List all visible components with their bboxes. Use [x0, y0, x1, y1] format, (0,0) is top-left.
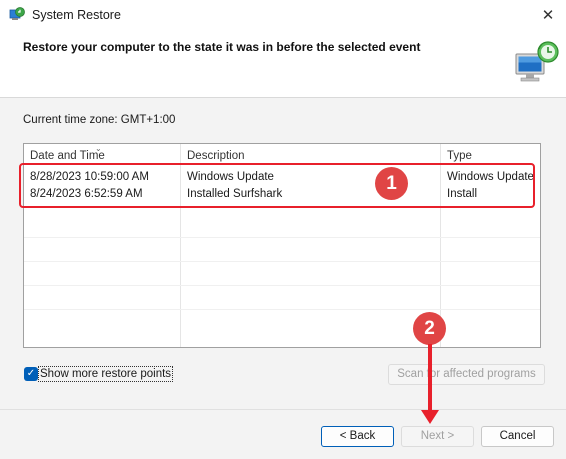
window-title: System Restore	[32, 8, 121, 22]
step-badge-2: 2	[413, 312, 446, 345]
row-divider	[24, 261, 540, 262]
show-more-label: Show more restore points	[38, 366, 174, 382]
cancel-button[interactable]: Cancel	[481, 426, 554, 447]
page-heading: Restore your computer to the state it wa…	[23, 40, 421, 54]
step-badge-1: 1	[375, 167, 408, 200]
arrow-head-icon	[421, 410, 439, 424]
close-icon: ✕	[541, 7, 555, 24]
footer-bar: < Back Next > Cancel	[0, 410, 566, 459]
close-button[interactable]: ✕	[530, 0, 566, 32]
next-button[interactable]: Next >	[401, 426, 474, 447]
header-band: Restore your computer to the state it wa…	[0, 32, 566, 98]
content-area: Current time zone: GMT+1:00 ⌄ Date and T…	[0, 98, 566, 409]
back-button[interactable]: < Back	[321, 426, 394, 447]
arrow-annotation	[428, 344, 432, 412]
checkmark-icon: ✓	[24, 367, 38, 381]
computer-restore-icon	[512, 40, 560, 84]
system-restore-icon	[9, 7, 25, 23]
row-divider	[24, 285, 540, 286]
scan-affected-programs-button[interactable]: Scan for affected programs	[388, 364, 545, 385]
title-bar: System Restore ✕	[0, 0, 566, 32]
row-divider	[24, 309, 540, 310]
highlight-annotation	[19, 163, 535, 208]
timezone-label: Current time zone: GMT+1:00	[23, 114, 176, 126]
row-divider	[24, 237, 540, 238]
